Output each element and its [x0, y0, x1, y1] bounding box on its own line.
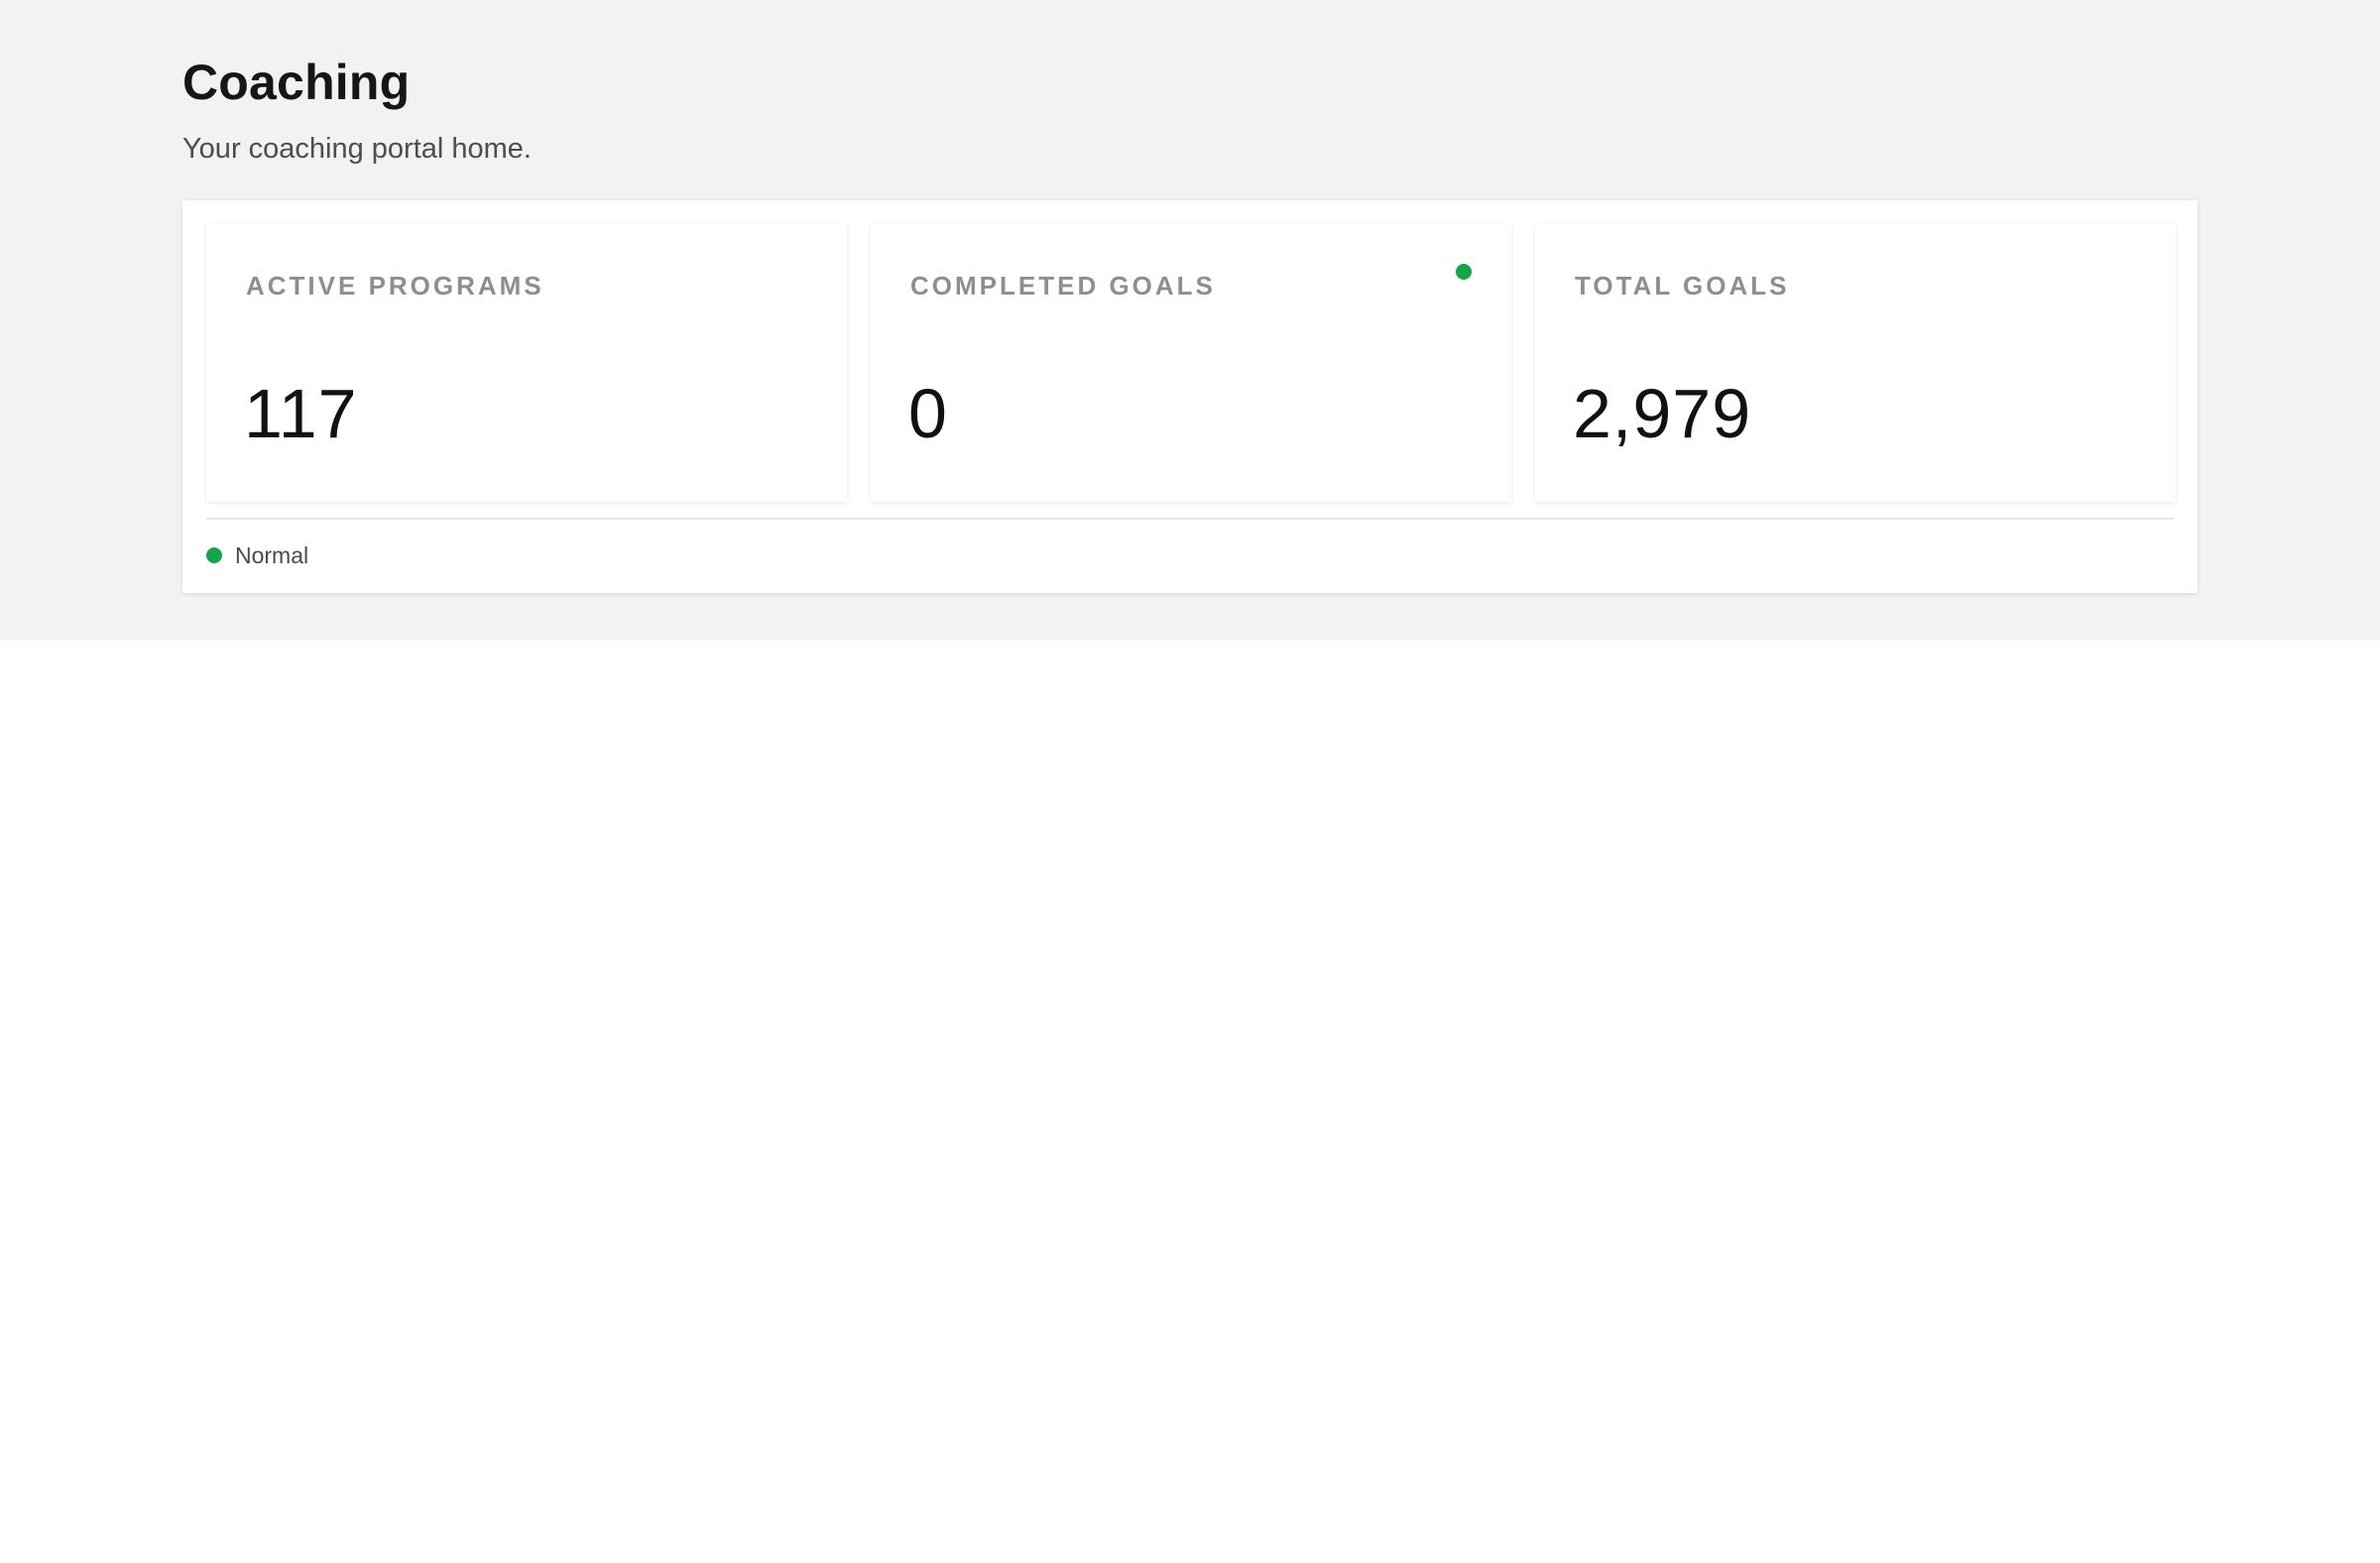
status-legend: Normal	[206, 536, 308, 575]
stat-card-total-goals: TOTAL GOALS 2,979	[1535, 224, 2176, 502]
stat-value: 2,979	[1573, 375, 1752, 452]
page-header-area: Coaching Your coaching portal home. ACTI…	[0, 0, 2380, 641]
page-subtitle: Your coaching portal home.	[182, 133, 532, 165]
stat-label: TOTAL GOALS	[1575, 271, 1790, 301]
panel-divider	[206, 518, 2174, 520]
status-dot-icon	[1456, 264, 1472, 280]
stat-label: COMPLETED GOALS	[910, 271, 1216, 301]
legend-label: Normal	[235, 542, 309, 568]
page-title: Coaching	[182, 55, 411, 110]
status-dot-icon	[206, 547, 222, 563]
stat-value: 0	[908, 375, 948, 452]
stats-panel: ACTIVE PROGRAMS 117 COMPLETED GOALS 0 TO…	[182, 200, 2198, 593]
stat-card-completed-goals: COMPLETED GOALS 0	[871, 224, 1511, 502]
stat-card-active-programs: ACTIVE PROGRAMS 117	[206, 224, 847, 502]
stat-value: 117	[244, 375, 358, 452]
stat-label: ACTIVE PROGRAMS	[246, 271, 544, 301]
